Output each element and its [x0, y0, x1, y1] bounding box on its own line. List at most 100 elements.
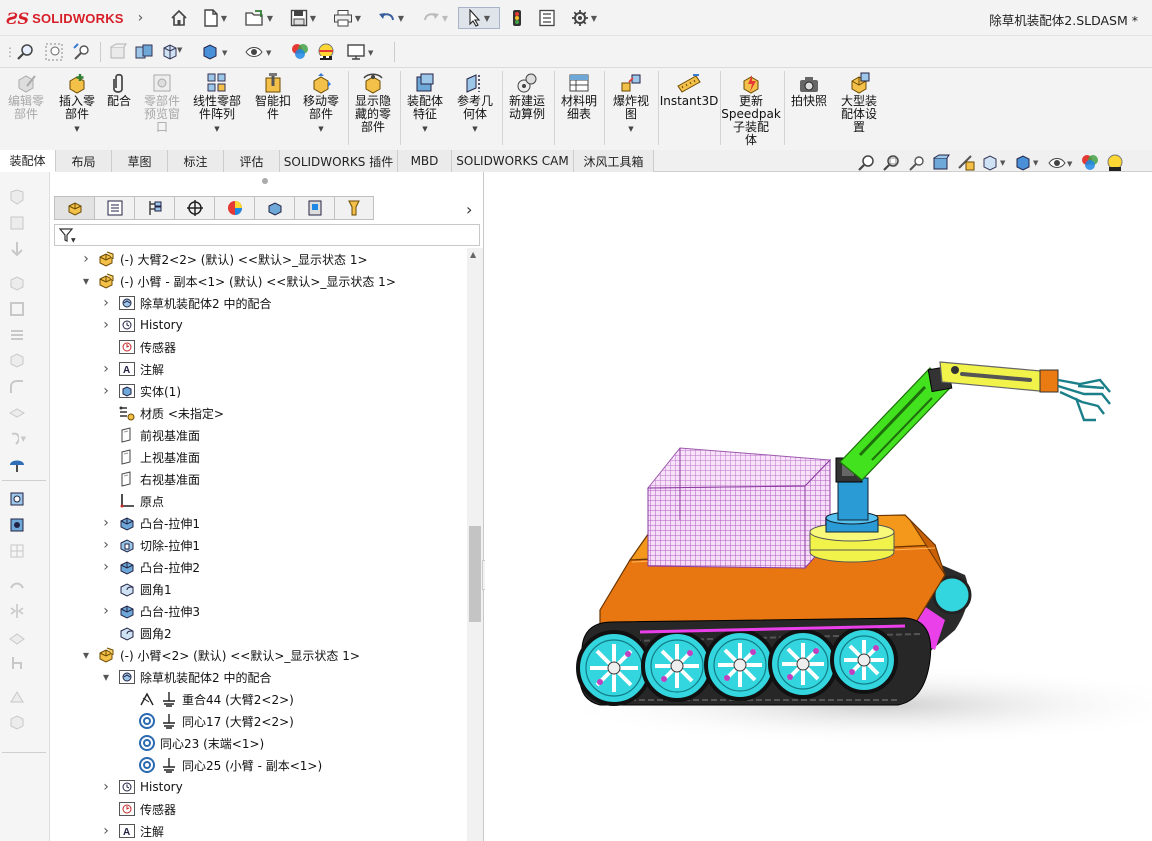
tree-row[interactable]: › 除草机装配体2 中的配合: [50, 292, 464, 314]
chevron-right-icon[interactable]: ›: [100, 361, 112, 377]
chevron-down-icon[interactable]: ▾: [80, 648, 92, 662]
configurationmanager-icon[interactable]: [134, 196, 174, 220]
fillet-tool-icon[interactable]: [8, 378, 26, 396]
chevron-right-icon[interactable]: ›: [138, 10, 144, 26]
tree-row[interactable]: › 切除-拉伸1: [50, 534, 464, 556]
file-properties-icon[interactable]: [536, 7, 558, 29]
new-motion-study-button[interactable]: 新建运 动算例: [504, 72, 550, 121]
stack-tool-icon[interactable]: [8, 326, 26, 344]
part-tool-icon[interactable]: [8, 274, 26, 292]
cam-feature-icon[interactable]: [254, 196, 294, 220]
arrow-down-tool-icon[interactable]: [8, 240, 26, 258]
revolve-tool-icon[interactable]: ▼: [8, 430, 26, 448]
chevron-right-icon[interactable]: ›: [100, 383, 112, 399]
tree-row[interactable]: › 凸台-拉伸2: [50, 556, 464, 578]
chevron-right-icon[interactable]: ›: [466, 200, 472, 219]
tree-row[interactable]: 圆角2: [50, 622, 464, 644]
tree-row[interactable]: ▾ (-) 小臂 - 副本<1> (默认) <<默认>_显示状态 1>: [50, 270, 464, 292]
chevron-right-icon[interactable]: ›: [100, 537, 112, 553]
tree-row[interactable]: › 凸台-拉伸3: [50, 600, 464, 622]
shell-tool-icon[interactable]: [8, 404, 26, 422]
tree-row[interactable]: › 凸台-拉伸1: [50, 512, 464, 534]
tab-mufeng-tools[interactable]: 沐风工具箱: [574, 150, 654, 172]
chevron-down-icon[interactable]: ▼: [318, 123, 323, 136]
dynamic-annotation-icon[interactable]: [134, 42, 154, 62]
undo-icon[interactable]: ▼: [374, 7, 408, 29]
scrollbar-thumb[interactable]: [469, 526, 481, 622]
large-assembly-button[interactable]: 大型装 配体设 置: [834, 72, 884, 134]
zoom-to-fit-icon[interactable]: [16, 42, 36, 62]
apply-scene-icon[interactable]: [316, 42, 340, 62]
options-gear-icon[interactable]: ▼: [566, 7, 602, 29]
component-tool-icon[interactable]: [8, 214, 26, 232]
chevron-right-icon[interactable]: ›: [100, 295, 112, 311]
tree-row[interactable]: ▾ 除草机装配体2 中的配合: [50, 666, 464, 688]
solidworks-logo[interactable]: ƧS SOLIDWORKS ›: [6, 9, 144, 28]
zoom-area-icon[interactable]: [44, 42, 64, 62]
grid-tool-icon[interactable]: [8, 542, 26, 560]
mate-button[interactable]: 配合: [104, 72, 134, 108]
previous-view-icon[interactable]: [72, 42, 92, 62]
tree-row[interactable]: › 实体(1): [50, 380, 464, 402]
chair-tool-icon[interactable]: [8, 654, 26, 672]
home-icon[interactable]: [168, 7, 190, 29]
tab-solidworks-addins[interactable]: SOLIDWORKS 插件: [280, 150, 398, 172]
mate-reference-icon[interactable]: [8, 188, 26, 206]
boss-tool-icon[interactable]: [8, 490, 26, 508]
tree-row[interactable]: 右视基准面: [50, 468, 464, 490]
bom-button[interactable]: 材料明 细表: [556, 72, 602, 121]
chevron-right-icon[interactable]: ›: [100, 515, 112, 531]
weld-tool-icon[interactable]: [8, 688, 26, 706]
umbrella-tool-icon[interactable]: [8, 456, 26, 474]
tree-row[interactable]: 原点: [50, 490, 464, 512]
tree-row[interactable]: 前视基准面: [50, 424, 464, 446]
surface-tool-icon[interactable]: [8, 576, 26, 594]
rebuild-light-icon[interactable]: [508, 7, 526, 29]
cylinder-tool-icon[interactable]: [8, 516, 26, 534]
assembly-features-button[interactable]: 装配体 特征 ▼: [402, 72, 448, 136]
tree-row[interactable]: 同心23 (末端<1>): [50, 732, 464, 754]
tree-row[interactable]: › History: [50, 776, 464, 798]
chevron-down-icon[interactable]: ▼: [214, 123, 219, 136]
chevron-right-icon[interactable]: ›: [80, 251, 92, 267]
chevron-down-icon[interactable]: ▼: [628, 123, 633, 136]
tree-row[interactable]: › A 注解: [50, 820, 464, 841]
component-preview-button[interactable]: 零部件 预览窗 口: [138, 72, 186, 134]
tree-row[interactable]: 同心25 (小臂 - 副本<1>): [50, 754, 464, 776]
weeder-robot-model[interactable]: [485, 172, 1152, 841]
reference-geometry-button[interactable]: 参考几 何体 ▼: [452, 72, 498, 136]
tab-markup[interactable]: 标注: [168, 150, 224, 172]
move-component-button[interactable]: 移动零 部件 ▼: [298, 72, 344, 136]
tree-row[interactable]: 传感器: [50, 798, 464, 820]
exploded-view-button[interactable]: 爆炸视 图 ▼: [606, 72, 656, 136]
snapshot-button[interactable]: 拍快照: [786, 72, 832, 108]
edit-appearance-icon[interactable]: [290, 42, 312, 62]
tree-filter-input[interactable]: ▼: [54, 224, 480, 246]
chevron-down-icon[interactable]: ▼: [422, 123, 427, 136]
display-manager-icon[interactable]: [214, 196, 254, 220]
chevron-down-icon[interactable]: ▾: [100, 670, 112, 684]
tree-row[interactable]: 圆角1: [50, 578, 464, 600]
tree-row[interactable]: 传感器: [50, 336, 464, 358]
chevron-right-icon[interactable]: ›: [100, 603, 112, 619]
tree-row[interactable]: › A 注解: [50, 358, 464, 380]
view-settings-icon[interactable]: ▼: [346, 42, 380, 62]
chevron-right-icon[interactable]: ›: [100, 823, 112, 839]
cam-operation-icon[interactable]: [294, 196, 334, 220]
instant3d-button[interactable]: Instant3D: [660, 72, 718, 108]
tab-layout[interactable]: 布局: [56, 150, 112, 172]
tree-row[interactable]: ▾ (-) 小臂<2> (默认) <<默认>_显示状态 1>: [50, 644, 464, 666]
chevron-right-icon[interactable]: ›: [100, 559, 112, 575]
speedpak-button[interactable]: 更新 Speedpak 子装配 体: [721, 72, 781, 147]
propertymanager-icon[interactable]: [94, 196, 134, 220]
frame-tool-icon[interactable]: [8, 300, 26, 318]
view-orientation-icon[interactable]: ▼: [160, 42, 184, 62]
tab-solidworks-cam[interactable]: SOLIDWORKS CAM: [452, 150, 574, 172]
tree-row[interactable]: 上视基准面: [50, 446, 464, 468]
tree-row[interactable]: › (-) 大臂2<2> (默认) <<默认>_显示状态 1>: [50, 248, 464, 270]
save-icon[interactable]: ▼: [286, 7, 320, 29]
edit-component-button[interactable]: 编辑零 部件: [4, 72, 48, 121]
tree-row[interactable]: 材质 <未指定>: [50, 402, 464, 424]
tab-mbd[interactable]: MBD: [398, 150, 452, 172]
tab-sketch[interactable]: 草图: [112, 150, 168, 172]
